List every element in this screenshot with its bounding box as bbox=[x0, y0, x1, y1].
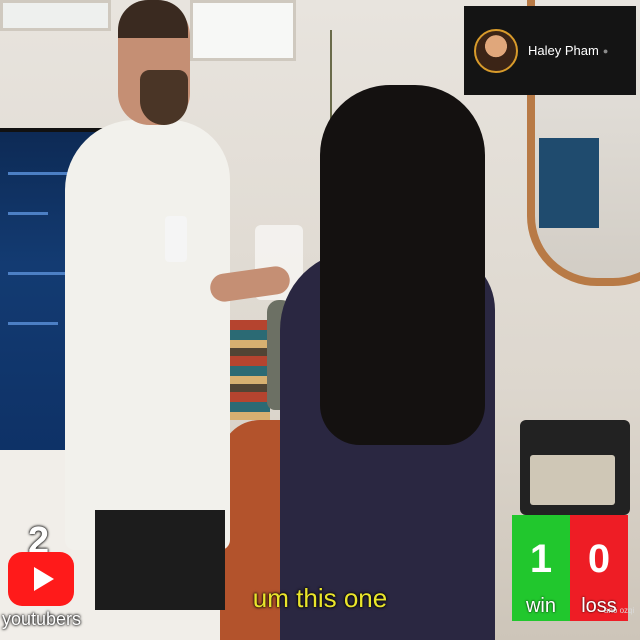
tv-ui-row bbox=[8, 322, 58, 325]
streamer-avatar-icon bbox=[474, 28, 518, 73]
window bbox=[0, 0, 111, 31]
corner-watermark: ano ozqi bbox=[604, 606, 635, 615]
person-woman-hair bbox=[320, 85, 485, 445]
streamer-card[interactable]: Haley Pham ● bbox=[464, 6, 636, 95]
person-man-beard bbox=[140, 70, 188, 125]
status-dot-icon: ● bbox=[602, 45, 609, 56]
subtitle-caption: um this one bbox=[252, 583, 388, 613]
mug bbox=[165, 216, 187, 262]
mirror-reflection bbox=[539, 138, 599, 228]
win-count: 1 bbox=[529, 537, 553, 581]
speaker bbox=[520, 420, 630, 515]
streamer-name: Haley Pham bbox=[528, 43, 599, 58]
tv-ui-row bbox=[8, 272, 68, 275]
person-man bbox=[65, 120, 230, 550]
window bbox=[190, 0, 296, 61]
speaker-grill bbox=[530, 455, 615, 505]
loss-count: 0 bbox=[587, 537, 611, 581]
tv-ui-row bbox=[8, 212, 48, 215]
